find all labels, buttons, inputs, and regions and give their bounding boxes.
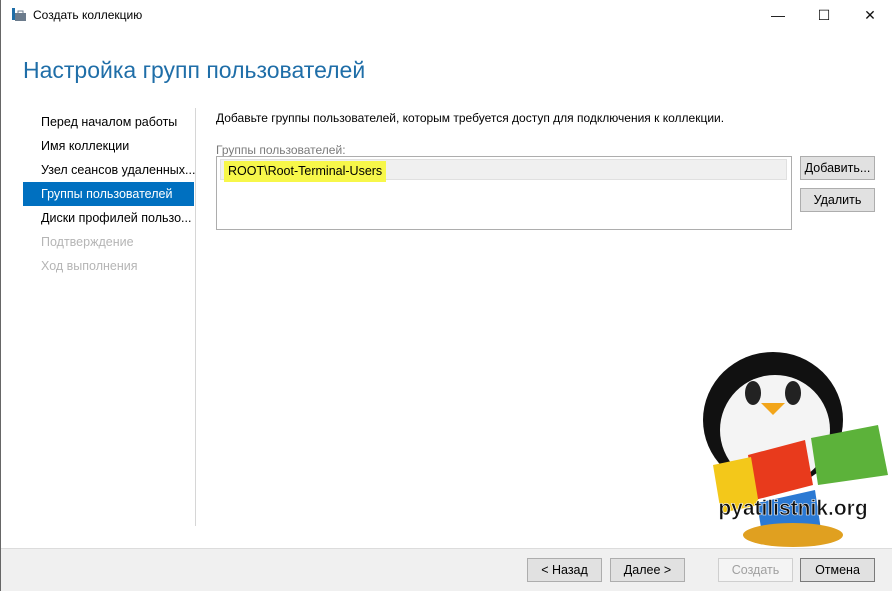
close-button[interactable]: ✕ — [847, 0, 892, 30]
remove-button[interactable]: Удалить — [800, 188, 875, 212]
minimize-button[interactable]: — — [755, 0, 801, 30]
cancel-button[interactable]: Отмена — [800, 558, 875, 582]
penguin-logo-icon: pyatilistnik.org — [703, 352, 888, 547]
nav-divider — [195, 108, 196, 526]
window-title: Создать коллекцию — [33, 8, 143, 22]
nav-item-progress: Ход выполнения — [41, 259, 138, 273]
next-button[interactable]: Далее > — [610, 558, 685, 582]
add-button[interactable]: Добавить... — [800, 156, 875, 180]
page-title: Настройка групп пользователей — [23, 57, 366, 83]
list-item[interactable]: ROOT\Root-Terminal-Users — [220, 159, 787, 182]
maximize-button[interactable]: ☐ — [801, 0, 847, 30]
nav-item-user-groups[interactable]: Группы пользователей — [41, 182, 172, 206]
create-button: Создать — [718, 558, 793, 582]
watermark-text: pyatilistnik.org — [718, 497, 867, 520]
title-bar: Создать коллекцию — ☐ ✕ — [1, 0, 892, 30]
watermark-logo: pyatilistnik.org — [693, 345, 892, 548]
user-groups-label: Группы пользователей: — [216, 143, 346, 157]
list-item-label: ROOT\Root-Terminal-Users — [224, 161, 387, 182]
description-text: Добавьте группы пользователей, которым т… — [216, 111, 725, 125]
nav-item-confirmation: Подтверждение — [41, 235, 134, 249]
nav-item-profile-disks[interactable]: Диски профилей пользо... — [41, 206, 191, 230]
back-button[interactable]: < Назад — [527, 558, 602, 582]
nav-item-before-you-begin[interactable]: Перед началом работы — [41, 110, 177, 134]
user-groups-list[interactable]: ROOT\Root-Terminal-Users — [216, 156, 792, 230]
nav-item-session-host[interactable]: Узел сеансов удаленных... — [41, 158, 195, 182]
collection-app-icon — [12, 8, 26, 21]
nav-item-collection-name[interactable]: Имя коллекции — [41, 134, 129, 158]
